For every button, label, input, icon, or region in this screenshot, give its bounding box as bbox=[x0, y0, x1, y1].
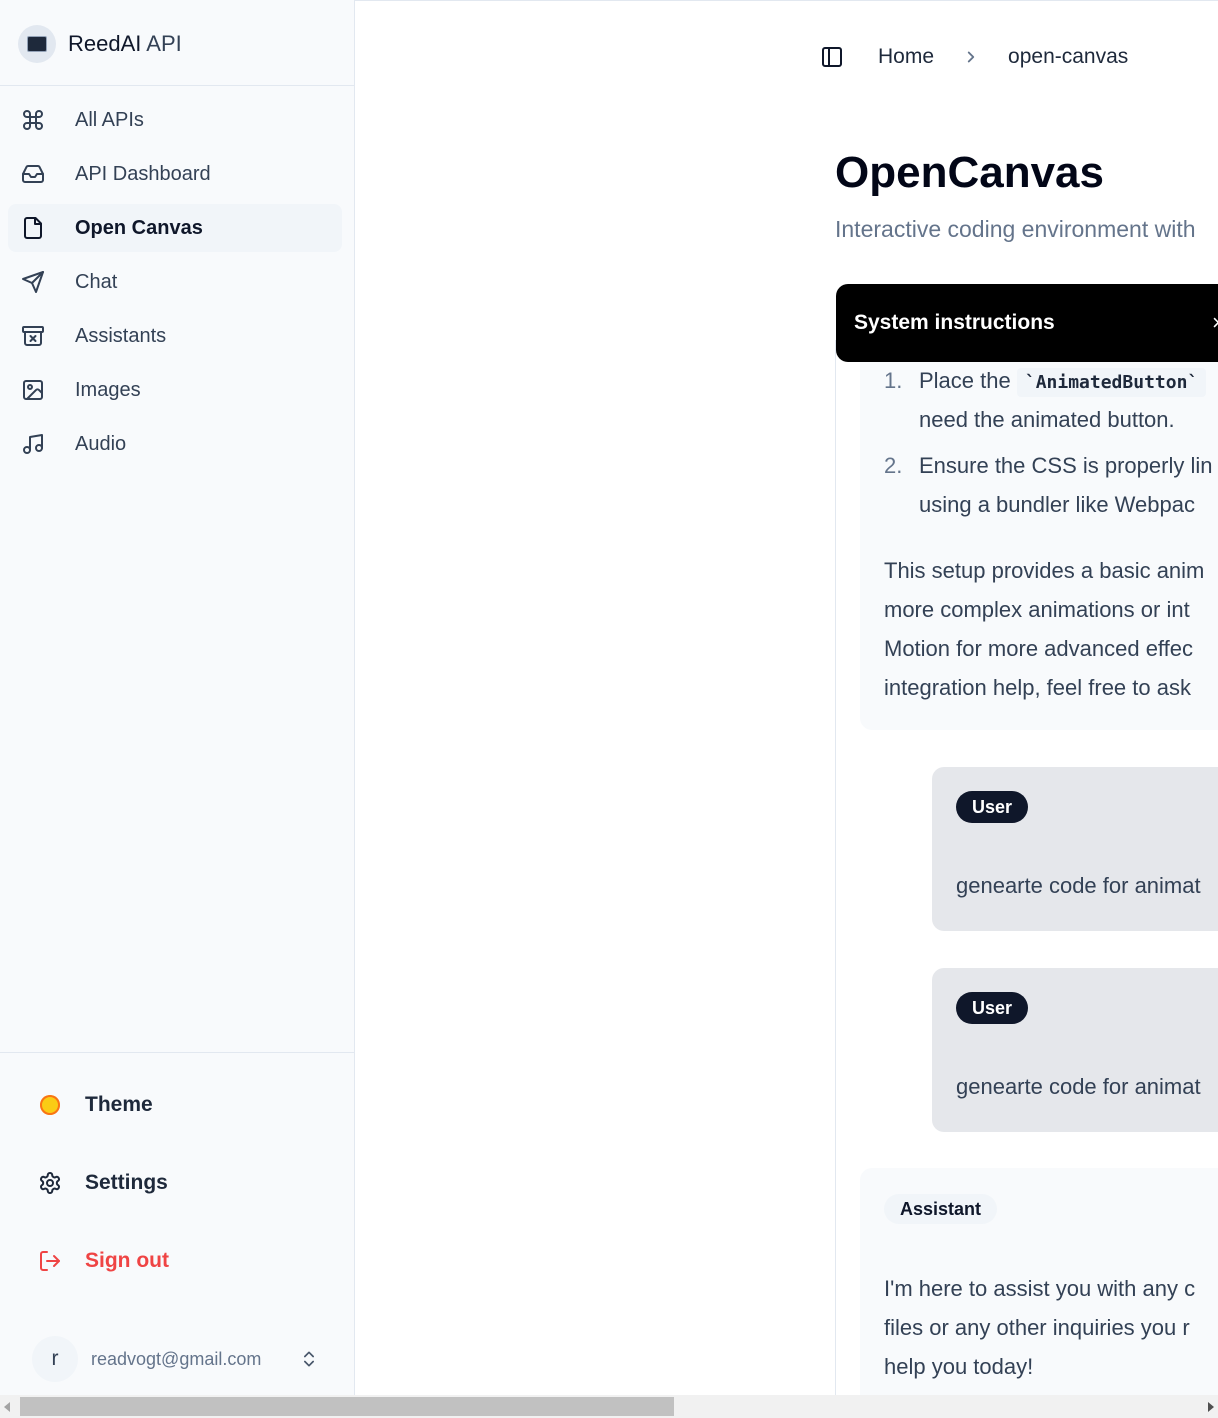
sidebar-item-label: Chat bbox=[75, 270, 118, 293]
theme-toggle[interactable]: Theme bbox=[36, 1085, 153, 1125]
viewport: ReedAI API All APIs API Dashboard Open C… bbox=[0, 0, 1218, 1395]
sidebar-item-open-canvas[interactable]: Open Canvas bbox=[8, 204, 342, 252]
message-line: files or any other inquiries you r bbox=[884, 1315, 1190, 1340]
list-item-continuation: using a bundler like Webpac bbox=[919, 492, 1195, 517]
sign-out-label: Sign out bbox=[85, 1249, 169, 1272]
user-message: User genearte code for animat bbox=[932, 968, 1218, 1132]
log-out-icon bbox=[36, 1247, 64, 1275]
chevron-right-icon bbox=[967, 51, 975, 63]
sidebar-item-chat[interactable]: Chat bbox=[8, 258, 342, 306]
breadcrumb: Home open-canvas bbox=[820, 40, 1128, 74]
command-icon bbox=[20, 107, 46, 133]
sidebar-item-assistants[interactable]: Assistants bbox=[8, 312, 342, 360]
sidebar-item-label: Open Canvas bbox=[75, 216, 203, 239]
close-icon[interactable]: × bbox=[1212, 310, 1218, 336]
divider bbox=[0, 85, 354, 86]
scrollbar-thumb[interactable] bbox=[20, 1397, 674, 1416]
image-icon bbox=[20, 377, 46, 403]
horizontal-scrollbar[interactable] bbox=[0, 1395, 1218, 1418]
file-icon bbox=[20, 215, 46, 241]
archive-x-icon bbox=[20, 323, 46, 349]
settings-label: Settings bbox=[85, 1171, 168, 1194]
chevrons-up-down-icon[interactable] bbox=[299, 1346, 319, 1372]
sidebar-item-label: Audio bbox=[75, 432, 127, 455]
sidebar-item-label: API Dashboard bbox=[75, 162, 211, 185]
inline-code: `AnimatedButton` bbox=[1016, 368, 1207, 397]
sidebar: ReedAI API All APIs API Dashboard Open C… bbox=[0, 0, 355, 1395]
message-text: genearte code for animat bbox=[956, 873, 1201, 898]
music-icon bbox=[20, 431, 46, 457]
brand[interactable]: ReedAI API bbox=[18, 24, 182, 64]
theme-label: Theme bbox=[85, 1093, 153, 1116]
sidebar-item-label: Assistants bbox=[75, 324, 167, 347]
avatar: r bbox=[32, 1336, 78, 1382]
scroll-right-icon[interactable] bbox=[1208, 1402, 1214, 1412]
list-item-continuation: need the animated button. bbox=[919, 407, 1175, 432]
send-icon bbox=[20, 269, 46, 295]
paragraph-line: integration help, feel free to ask bbox=[884, 675, 1191, 700]
gear-icon bbox=[36, 1169, 64, 1197]
brand-name: ReedAI API bbox=[68, 31, 182, 56]
sidebar-item-label: All APIs bbox=[75, 108, 144, 131]
divider bbox=[0, 1052, 354, 1053]
paragraph-line: Motion for more advanced effec bbox=[884, 636, 1193, 661]
list-item: 1. Place the `AnimatedButton` bbox=[884, 368, 1207, 397]
sidebar-toggle-icon[interactable] bbox=[820, 45, 844, 69]
inbox-icon bbox=[20, 161, 46, 187]
assistant-message: Assistant I'm here to assist you with an… bbox=[860, 1168, 1218, 1395]
sidebar-item-api-dashboard[interactable]: API Dashboard bbox=[8, 150, 342, 198]
scroll-left-icon[interactable] bbox=[4, 1402, 10, 1412]
breadcrumb-home[interactable]: Home bbox=[878, 45, 934, 69]
user-menu[interactable]: r readvogt@gmail.com bbox=[32, 1336, 319, 1382]
message-line: I'm here to assist you with any c bbox=[884, 1276, 1196, 1301]
sun-icon bbox=[36, 1091, 64, 1119]
role-badge: Assistant bbox=[884, 1194, 998, 1224]
sidebar-nav: All APIs API Dashboard Open Canvas Chat bbox=[8, 96, 342, 474]
divider bbox=[355, 0, 1218, 1]
user-message: User genearte code for animat bbox=[932, 767, 1218, 931]
settings-button[interactable]: Settings bbox=[36, 1163, 168, 1203]
system-instructions-header[interactable]: System instructions × bbox=[836, 284, 1218, 362]
breadcrumb-current: open-canvas bbox=[1008, 45, 1129, 68]
system-instructions-label: System instructions bbox=[854, 311, 1055, 334]
brand-logo-icon bbox=[18, 25, 56, 63]
message-line: help you today! bbox=[884, 1354, 1034, 1379]
role-badge: User bbox=[956, 992, 1029, 1024]
sign-out-button[interactable]: Sign out bbox=[36, 1241, 169, 1281]
divider bbox=[835, 340, 836, 1395]
sidebar-item-label: Images bbox=[75, 378, 141, 401]
sidebar-item-all-apis[interactable]: All APIs bbox=[8, 96, 342, 144]
message-text: genearte code for animat bbox=[956, 1074, 1201, 1099]
list-item: 2. Ensure the CSS is properly lin bbox=[884, 453, 1213, 478]
user-email: readvogt@gmail.com bbox=[91, 1348, 262, 1369]
sidebar-item-audio[interactable]: Audio bbox=[8, 420, 342, 468]
page-subtitle: Interactive coding environment with bbox=[835, 216, 1196, 242]
paragraph-line: This setup provides a basic anim bbox=[884, 558, 1205, 583]
sidebar-item-images[interactable]: Images bbox=[8, 366, 342, 414]
role-badge: User bbox=[956, 791, 1029, 823]
paragraph-line: more complex animations or int bbox=[884, 597, 1190, 622]
page-title: OpenCanvas bbox=[835, 148, 1104, 197]
